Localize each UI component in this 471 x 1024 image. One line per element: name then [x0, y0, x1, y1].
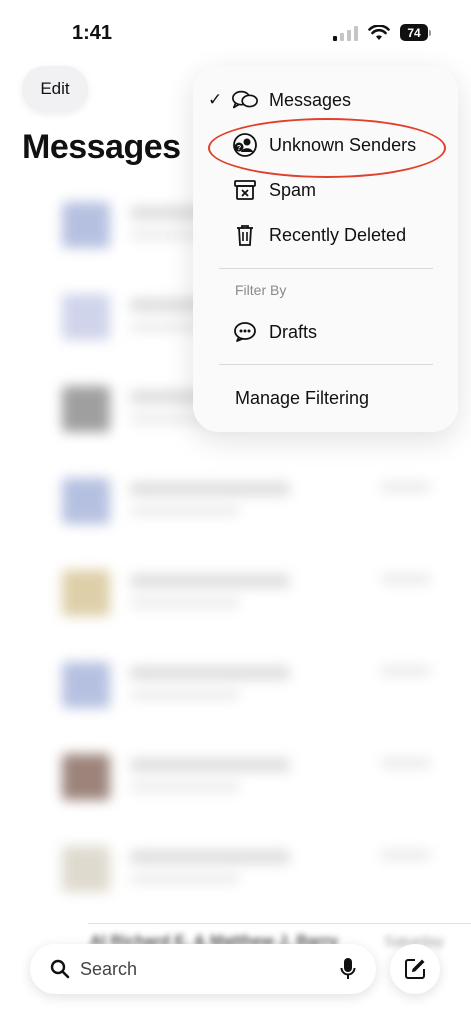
list-item[interactable]: [0, 546, 471, 638]
wifi-icon: [368, 24, 390, 40]
cellular-signal-icon: [333, 25, 358, 41]
status-bar: 1:41 74: [0, 0, 471, 60]
chat-bubbles-icon: [231, 86, 259, 114]
compose-button[interactable]: [390, 944, 440, 994]
search-input[interactable]: Search: [80, 959, 137, 980]
list-item[interactable]: [0, 454, 471, 546]
menu-divider: [219, 364, 433, 365]
menu-item-messages[interactable]: ✓ Messages: [193, 78, 458, 122]
microphone-icon[interactable]: [340, 957, 356, 981]
edit-button[interactable]: Edit: [22, 66, 88, 112]
battery-icon: 74: [400, 24, 431, 41]
list-item[interactable]: [0, 638, 471, 730]
menu-item-label: Messages: [269, 89, 352, 110]
menu-divider: [219, 268, 433, 269]
checkmark-icon: ✓: [208, 90, 223, 109]
list-item[interactable]: [0, 730, 471, 822]
menu-item-drafts[interactable]: Drafts: [193, 310, 458, 354]
status-time: 1:41: [72, 22, 113, 44]
menu-item-label: Spam: [269, 179, 317, 200]
menu-item-label: Recently Deleted: [269, 224, 407, 245]
battery-level: 74: [400, 24, 428, 41]
trash-icon: [231, 221, 259, 249]
search-bar[interactable]: Search: [30, 944, 376, 994]
page-title: Messages: [22, 128, 181, 166]
compose-icon: [405, 959, 425, 979]
status-icons: 74: [333, 24, 431, 41]
ellipsis-bubble-icon: [231, 318, 259, 346]
manage-filtering-button[interactable]: Manage Filtering: [235, 388, 369, 409]
filter-section-label: Filter By: [235, 282, 287, 298]
highlight-annotation: [208, 118, 446, 178]
list-item[interactable]: [0, 822, 471, 914]
spam-box-icon: [231, 176, 259, 204]
menu-item-label: Drafts: [269, 321, 318, 342]
menu-item-recently-deleted[interactable]: Recently Deleted: [193, 213, 458, 257]
search-icon: [50, 959, 70, 979]
divider: [88, 923, 471, 924]
